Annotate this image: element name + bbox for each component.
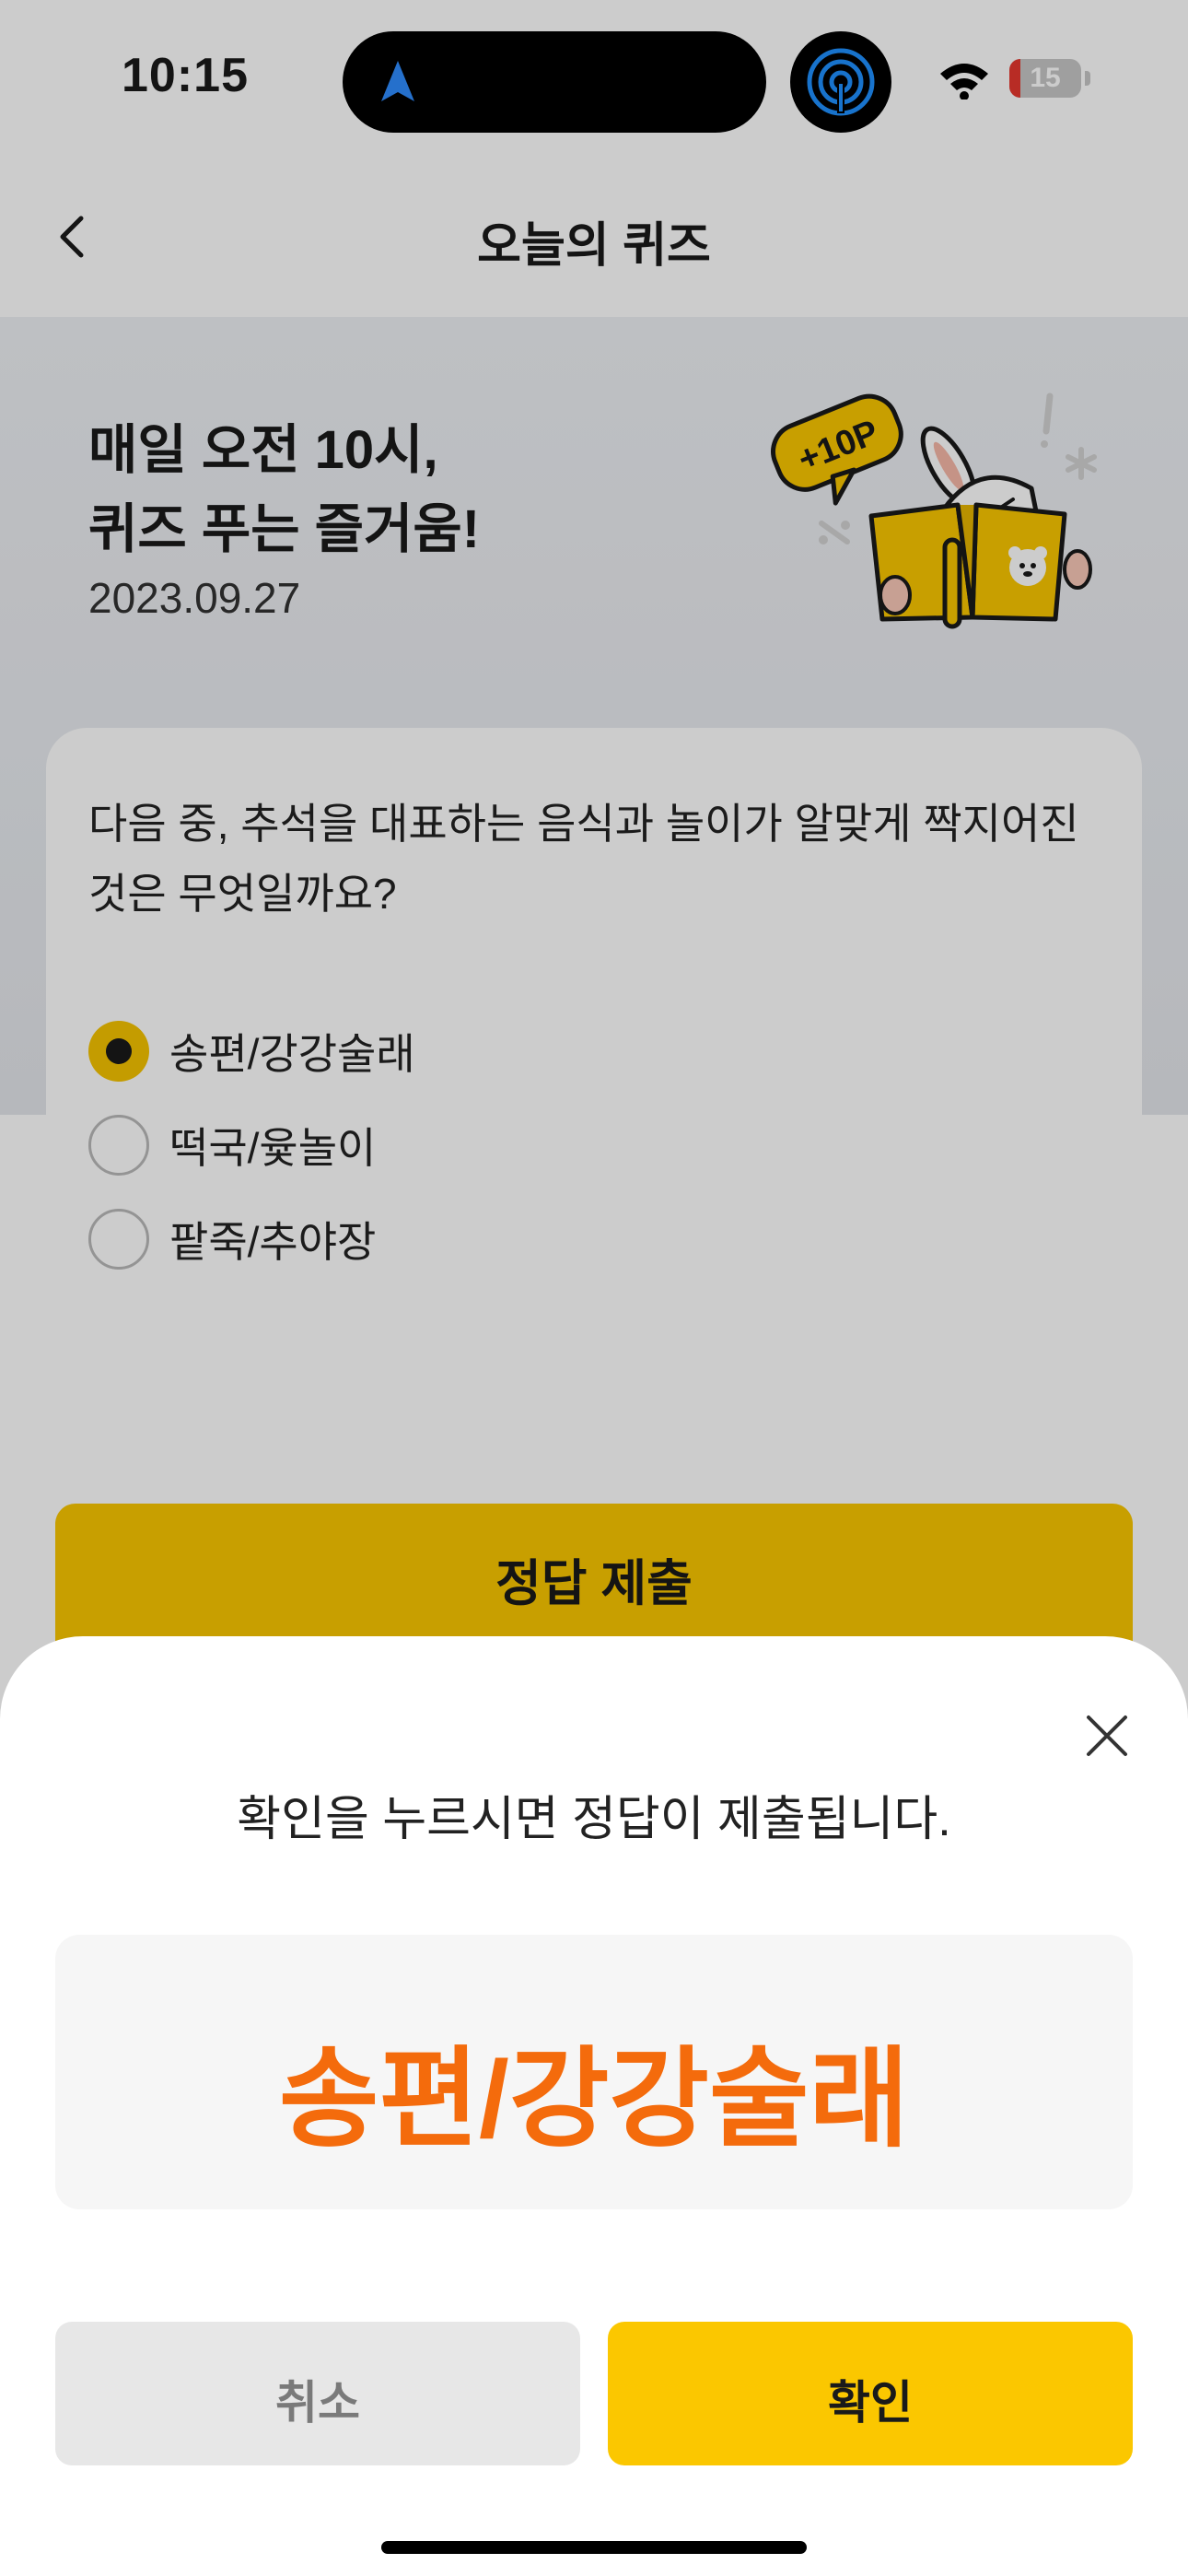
confirm-message: 확인을 누르시면 정답이 제출됩니다.: [237, 1793, 951, 1846]
confirm-button[interactable]: 확인: [608, 2322, 1133, 2465]
cancel-label: 취소: [275, 2377, 360, 2429]
selected-answer-box: 송편/강강술래: [55, 1935, 1133, 2209]
confirm-bottom-sheet: 확인을 누르시면 정답이 제출됩니다. 송편/강강술래 취소 확인: [0, 1636, 1188, 2576]
confirm-label: 확인: [828, 2377, 913, 2429]
close-icon[interactable]: [1079, 1708, 1135, 1763]
home-indicator[interactable]: [381, 2541, 807, 2554]
selected-answer: 송편/강강술래: [278, 2039, 910, 2160]
cancel-button[interactable]: 취소: [55, 2322, 580, 2465]
